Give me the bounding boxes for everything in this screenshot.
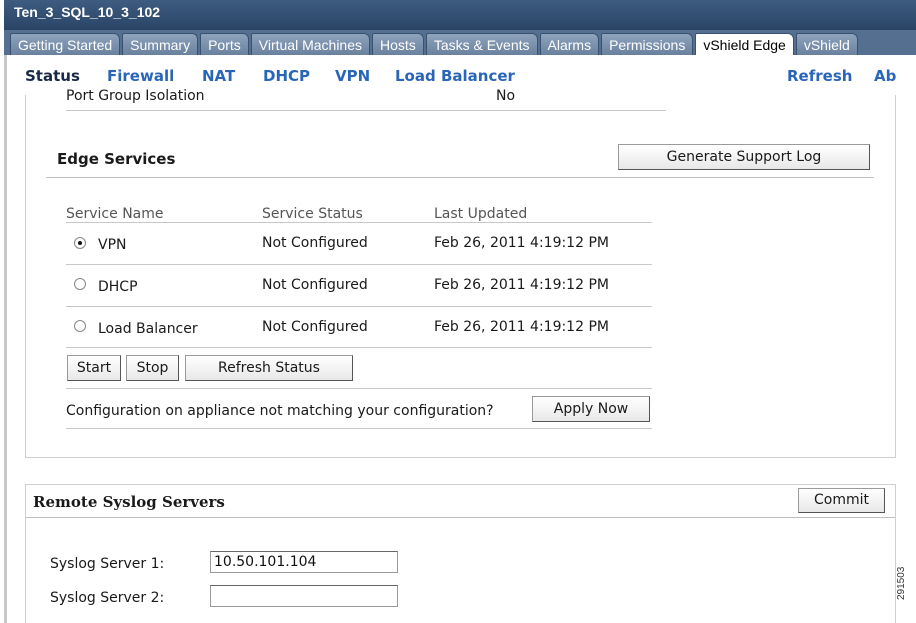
divider [66, 428, 652, 429]
syslog-server-2-input[interactable] [210, 585, 398, 607]
edge-services-title: Edge Services [57, 150, 176, 168]
generate-support-log-button[interactable]: Generate Support Log [618, 144, 870, 170]
tab-vshield[interactable]: vShield [795, 33, 858, 55]
service-last-updated: Feb 26, 2011 4:19:12 PM [434, 277, 609, 293]
window-title: Ten_3_SQL_10_3_102 [14, 4, 161, 20]
tab-alarms[interactable]: Alarms [539, 33, 600, 55]
tab-strip: Getting Started Summary Ports Virtual Machi… [4, 30, 916, 55]
divider [46, 177, 874, 178]
tab-tasks-events[interactable]: Tasks & Events [425, 33, 538, 55]
tab-virtual-machines[interactable]: Virtual Machines [250, 33, 371, 55]
service-name: Load Balancer [98, 321, 198, 337]
tab-hosts[interactable]: Hosts [372, 33, 424, 55]
syslog-server-1-label: Syslog Server 1: [50, 556, 165, 572]
service-radio-load-balancer[interactable] [74, 320, 86, 332]
subnav-firewall[interactable]: Firewall [107, 67, 174, 85]
start-button[interactable]: Start [67, 355, 121, 381]
service-last-updated: Feb 26, 2011 4:19:12 PM [434, 319, 609, 335]
subnav-load-balancer[interactable]: Load Balancer [395, 67, 515, 85]
divider [66, 388, 652, 389]
divider [26, 517, 895, 518]
apply-now-button[interactable]: Apply Now [532, 396, 650, 422]
stop-button[interactable]: Stop [126, 355, 179, 381]
commit-button[interactable]: Commit [798, 488, 885, 513]
service-last-updated: Feb 26, 2011 4:19:12 PM [434, 235, 609, 251]
divider [66, 347, 652, 348]
window-title-bar: Ten_3_SQL_10_3_102 [4, 0, 916, 30]
subnav-nat[interactable]: NAT [202, 67, 235, 85]
column-header-service-name: Service Name [66, 206, 164, 222]
divider [66, 110, 666, 111]
column-header-service-status: Service Status [262, 206, 363, 222]
config-mismatch-text: Configuration on appliance not matching … [66, 403, 494, 419]
subnav-dhcp[interactable]: DHCP [263, 67, 310, 85]
port-group-isolation-label: Port Group Isolation [66, 88, 205, 104]
edge-subnav: Status Firewall NAT DHCP VPN Load Balanc… [4, 55, 916, 91]
service-name: VPN [98, 237, 127, 253]
tab-getting-started[interactable]: Getting Started [10, 33, 121, 55]
figure-number: 291503 [896, 566, 907, 600]
service-status: Not Configured [262, 319, 368, 335]
service-radio-dhcp[interactable] [74, 278, 86, 290]
service-name: DHCP [98, 279, 138, 295]
tab-summary[interactable]: Summary [122, 33, 199, 55]
service-status: Not Configured [262, 277, 368, 293]
divider [66, 264, 652, 265]
port-group-isolation-value: No [496, 88, 516, 104]
tab-permissions[interactable]: Permissions [601, 33, 694, 55]
subnav-status[interactable]: Status [25, 67, 80, 85]
service-radio-vpn[interactable] [74, 237, 86, 249]
column-header-last-updated: Last Updated [434, 206, 528, 222]
refresh-status-button[interactable]: Refresh Status [185, 355, 353, 381]
refresh-link[interactable]: Refresh [787, 67, 852, 85]
subnav-about[interactable]: Ab [874, 67, 896, 85]
subnav-vpn[interactable]: VPN [335, 67, 370, 85]
syslog-server-1-input[interactable] [210, 551, 398, 573]
tab-vshield-edge[interactable]: vShield Edge [695, 33, 794, 55]
service-status: Not Configured [262, 235, 368, 251]
divider [66, 306, 652, 307]
remote-syslog-title: Remote Syslog Servers [33, 493, 225, 511]
divider [66, 222, 652, 223]
left-border [4, 55, 7, 623]
syslog-server-2-label: Syslog Server 2: [50, 590, 165, 606]
tab-ports[interactable]: Ports [200, 33, 249, 55]
